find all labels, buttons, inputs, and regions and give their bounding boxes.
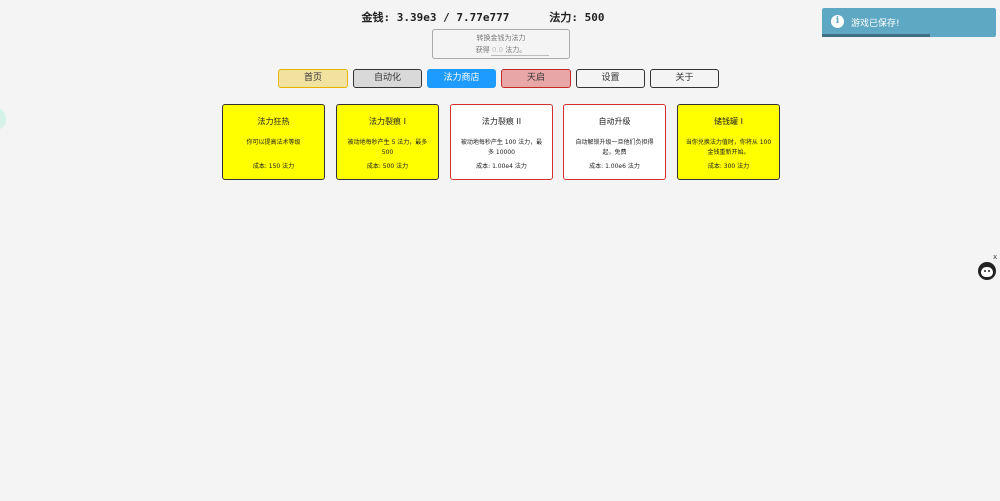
notification-message: 游戏已保存! (851, 19, 900, 29)
card-description: 你可以提高法术等级 (246, 139, 301, 146)
upgrade-card-piggy-bank-1[interactable]: 储钱罐 I 当你兑换法力值时，你将从 100 金钱重新开始。 成本: 300 法… (677, 104, 780, 180)
tab-mana-shop[interactable]: 法力商店 (427, 69, 496, 88)
tab-apocalypse[interactable]: 天启 (501, 69, 571, 88)
card-title: 储钱罐 I (714, 117, 743, 126)
money-value: 3.39e3 / 7.77e777 (396, 11, 510, 24)
tab-settings[interactable]: 设置 (576, 69, 645, 88)
card-cost: 成本: 1.00e4 法力 (476, 163, 527, 170)
save-notification[interactable]: i 游戏已保存! (822, 8, 996, 37)
tab-about[interactable]: 关于 (650, 69, 719, 88)
card-title: 自动升级 (598, 117, 631, 126)
convert-title: 转换金钱为法力 (476, 34, 526, 42)
card-cost: 成本: 300 法力 (707, 163, 750, 170)
gain-prefix: 获得 (475, 46, 490, 54)
mascot-icon[interactable] (978, 262, 996, 280)
tab-automation[interactable]: 自动化 (353, 69, 422, 88)
card-cost: 成本: 1.00e6 法力 (589, 163, 640, 170)
info-icon: i (831, 15, 844, 28)
card-cost: 成本: 500 法力 (366, 163, 409, 170)
mana-value: 500 (584, 11, 605, 24)
gain-suffix: 法力。 (505, 46, 527, 54)
notification-progress-bar (822, 34, 930, 37)
card-description: 当你兑换法力值时，你将从 100 金钱重新开始。 (685, 139, 772, 156)
card-title: 法力裂痕 II (481, 117, 522, 126)
tab-home[interactable]: 首页 (278, 69, 348, 88)
card-cost: 成本: 150 法力 (252, 163, 295, 170)
mascot-eye (984, 270, 986, 272)
upgrade-card-auto-upgrade[interactable]: 自动升级 自动解锁升级一旦他们负担得起，免费 成本: 1.00e6 法力 (563, 104, 666, 180)
upgrade-card-mana-rift-2[interactable]: 法力裂痕 II 被动地每秒产生 100 法力，最多 10000 成本: 1.00… (450, 104, 553, 180)
card-title: 法力狂热 (257, 117, 290, 126)
close-icon[interactable]: x (993, 253, 997, 261)
card-description: 被动地每秒产生 5 法力，最多 500 (347, 139, 428, 156)
upgrade-card-mana-frenzy[interactable]: 法力狂热 你可以提高法术等级 成本: 150 法力 (222, 104, 325, 180)
mascot-face (981, 267, 993, 277)
mascot-eye (988, 270, 990, 272)
upgrade-card-mana-rift-1[interactable]: 法力裂痕 I 被动地每秒产生 5 法力，最多 500 成本: 500 法力 (336, 104, 439, 180)
gain-value: 0.0 (491, 46, 504, 54)
convert-money-button[interactable]: 转换金钱为法力 获得 0.0 法力。 (432, 29, 570, 59)
card-description: 自动解锁升级一旦他们负担得起，免费 (575, 139, 654, 156)
card-title: 法力裂痕 I (369, 117, 406, 126)
side-panel-handle[interactable] (0, 107, 6, 131)
money-label: 金钱: (361, 11, 391, 24)
convert-gain: 获得 0.0 法力。 (433, 45, 569, 55)
convert-underline (491, 55, 549, 56)
mana-label: 法力: (549, 11, 578, 24)
card-description: 被动地每秒产生 100 法力，最多 10000 (460, 139, 543, 156)
